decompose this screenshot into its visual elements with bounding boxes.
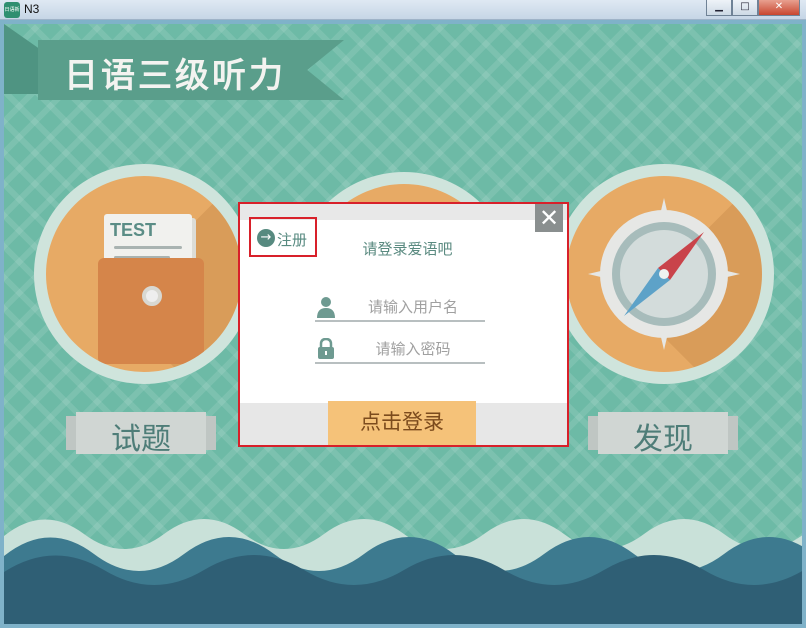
tests-banner-label: 试题 [111,423,171,456]
maximize-button[interactable]: □ [732,0,758,16]
window-titlebar: 日语新 N3 ▁ □ ✕ [0,0,806,20]
login-dialog: ✕ → 注册 请登录爱语吧 点击登录 [238,202,569,447]
app-icon: 日语新 [4,2,20,18]
waves-decoration [4,519,802,624]
window-controls: ▁ □ ✕ [706,0,800,16]
discover-tile[interactable] [554,164,774,384]
username-input[interactable] [343,296,483,318]
username-field [315,296,485,322]
envelope-clasp-icon [142,286,162,306]
tests-banner[interactable]: 试题 [76,412,206,456]
login-button[interactable]: 点击登录 [328,401,476,445]
app-title: 日语三级听力 [64,57,286,95]
tests-tile[interactable]: TEST [34,164,254,384]
dialog-close-button[interactable]: ✕ [535,204,563,232]
window-title: N3 [24,2,40,16]
test-paper-label: TEST [110,220,157,240]
window-close-button[interactable]: ✕ [758,0,800,16]
user-icon [317,297,335,318]
tests-tile-face: TEST [46,176,242,372]
envelope-icon [98,258,204,364]
password-field [315,338,485,364]
compass-icon [588,198,740,350]
discover-banner-label: 发现 [633,423,693,456]
lock-icon [318,338,334,359]
dialog-title: 请登录爱语吧 [362,240,453,258]
minimize-button[interactable]: ▁ [706,0,732,16]
password-input[interactable] [343,338,483,360]
discover-banner[interactable]: 发现 [598,412,728,456]
discover-tile-face [566,176,762,372]
